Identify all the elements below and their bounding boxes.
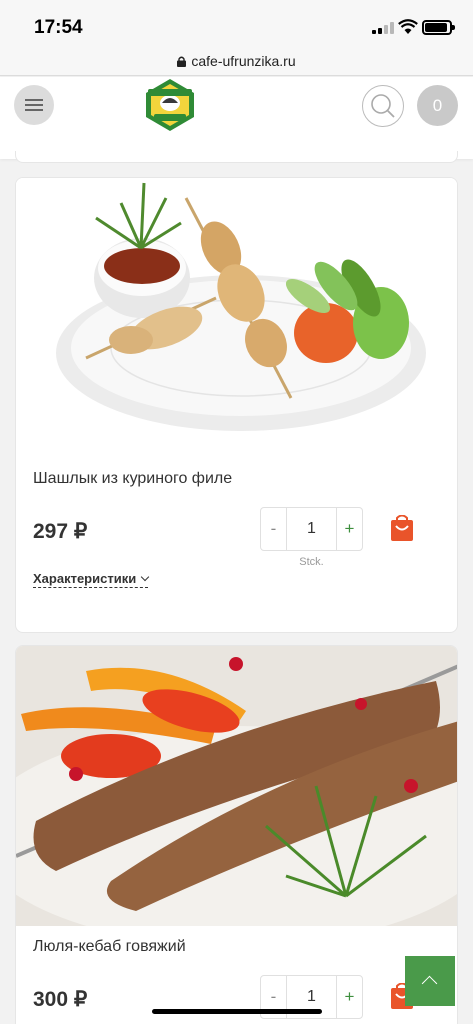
quantity-unit: Stck. <box>299 556 324 568</box>
previous-card-edge <box>15 151 458 163</box>
home-indicator <box>152 1009 322 1014</box>
quantity-increase-button[interactable]: + <box>336 976 362 1018</box>
product-card: Люля-кебаб говяжий 300 ₽ - 1 + <box>15 645 458 1024</box>
battery-icon <box>422 20 455 35</box>
quantity-stepper: - 1 + <box>260 507 363 551</box>
chevron-down-icon <box>140 572 150 582</box>
menu-button[interactable] <box>14 85 54 125</box>
product-image[interactable] <box>16 646 458 926</box>
scroll-to-top-button[interactable] <box>405 956 455 1006</box>
hamburger-icon-bar <box>25 104 43 106</box>
product-card: Шашлык из куриного филе 297 ₽ - 1 + Stck… <box>15 177 458 633</box>
battery-level <box>425 23 447 32</box>
quantity-increase-button[interactable]: + <box>336 508 362 550</box>
url-bar[interactable]: cafe-ufrunzika.ru <box>0 46 473 76</box>
url-text[interactable]: cafe-ufrunzika.ru <box>191 53 295 69</box>
quantity-decrease-button[interactable]: - <box>261 508 287 550</box>
cart-count-badge[interactable]: 0 <box>417 85 458 126</box>
cellular-signal-icon <box>372 22 394 34</box>
status-time: 17:54 <box>34 17 83 38</box>
hamburger-icon <box>25 99 43 101</box>
product-price: 297 ₽ <box>33 520 88 543</box>
lock-icon <box>177 56 187 67</box>
product-title[interactable]: Люля-кебаб говяжий <box>33 938 186 956</box>
hamburger-icon-bar <box>25 109 43 111</box>
wifi-icon <box>398 19 418 34</box>
search-icon <box>371 94 395 118</box>
specs-label: Характеристики <box>33 571 137 586</box>
quantity-input[interactable]: 1 <box>287 508 336 550</box>
status-bar: 17:54 <box>0 0 473 52</box>
cafe-logo[interactable] <box>142 77 198 133</box>
specs-toggle[interactable]: Характеристики <box>33 571 150 588</box>
search-button[interactable] <box>362 85 404 127</box>
chevron-up-icon <box>421 975 438 992</box>
site-header: 0 <box>0 77 473 159</box>
add-to-cart-button[interactable] <box>391 515 413 541</box>
product-title[interactable]: Шашлык из куриного филе <box>33 470 232 488</box>
product-price: 300 ₽ <box>33 988 88 1011</box>
product-image[interactable] <box>16 178 458 448</box>
